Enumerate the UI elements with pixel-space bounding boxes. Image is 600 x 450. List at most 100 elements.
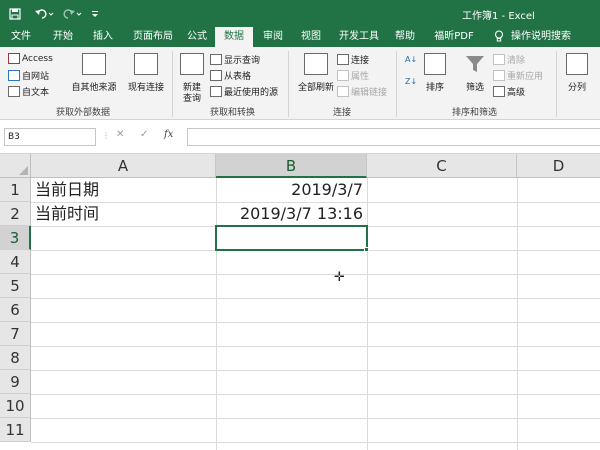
tab-insert[interactable]: 插入 — [86, 27, 120, 47]
redo-icon[interactable] — [62, 6, 84, 21]
gridline — [31, 274, 600, 275]
insert-function-button[interactable]: fx — [164, 129, 173, 140]
select-all-button[interactable] — [0, 154, 31, 178]
refresh-all-icon — [304, 53, 328, 75]
tab-file[interactable]: 文件 — [4, 27, 38, 47]
fill-handle[interactable] — [364, 247, 369, 252]
tab-page-layout[interactable]: 页面布局 — [128, 27, 178, 47]
from-table-button[interactable]: 从表格 — [210, 69, 251, 82]
active-cell-b3[interactable] — [215, 225, 368, 251]
properties-icon — [337, 70, 349, 81]
connections-button[interactable]: 连接 — [337, 53, 369, 66]
row-header-9[interactable]: 9 — [0, 370, 31, 394]
edit-links-button[interactable]: 编辑链接 — [337, 85, 387, 98]
cell-b2[interactable]: 2019/3/7 13:16 — [218, 202, 363, 226]
row-header-6[interactable]: 6 — [0, 298, 31, 322]
filter-button[interactable]: 筛选 — [462, 80, 488, 93]
gridline — [31, 322, 600, 323]
from-web-button[interactable]: 自网站 — [8, 69, 49, 82]
edit-links-icon — [337, 86, 349, 97]
tab-home[interactable]: 开始 — [46, 27, 80, 47]
gridline — [31, 346, 600, 347]
access-icon — [8, 53, 20, 64]
group-label-sort-filter: 排序和筛选 — [452, 108, 498, 118]
tab-review[interactable]: 审阅 — [256, 27, 290, 47]
tab-data[interactable]: 数据 — [215, 27, 253, 48]
lightbulb-icon — [490, 27, 508, 47]
sort-descending-icon[interactable]: Z↓ — [405, 77, 417, 86]
tab-formulas[interactable]: 公式 — [180, 27, 214, 47]
new-query-icon — [180, 53, 204, 75]
sort-dialog-icon — [424, 53, 446, 75]
column-header-b[interactable]: B — [216, 154, 367, 178]
cell-b1[interactable]: 2019/3/7 — [218, 178, 363, 202]
gridline — [31, 394, 600, 395]
refresh-all-button[interactable]: 全部刷新 — [294, 80, 338, 93]
advanced-filter-button[interactable]: 高级 — [493, 85, 525, 98]
clear-filter-icon — [493, 54, 505, 65]
group-separator — [556, 51, 557, 117]
ribbon-data: Access 自网站 自文本 自其他来源 现有连接 获取外部数据 新建 查询 显… — [0, 47, 600, 120]
formula-bar-menu-icon[interactable]: ⋮ — [102, 131, 110, 140]
clear-filter-button[interactable]: 清除 — [493, 53, 525, 66]
name-box[interactable]: B3 — [4, 128, 96, 146]
select-all-triangle-icon — [19, 166, 28, 175]
row-header-8[interactable]: 8 — [0, 346, 31, 370]
row-header-2[interactable]: 2 — [0, 202, 31, 226]
tab-foxit-pdf[interactable]: 福昕PDF — [428, 27, 480, 47]
tell-me-search[interactable]: 操作说明搜索 — [508, 27, 574, 47]
gridline — [517, 178, 518, 450]
window-title: 工作簿1 - Excel — [462, 11, 535, 22]
worksheet-grid: A B C D 1 2 3 4 5 6 7 8 9 10 11 当前日期 201… — [0, 154, 600, 450]
row-header-5[interactable]: 5 — [0, 274, 31, 298]
row-header-10[interactable]: 10 — [0, 394, 31, 418]
from-text-button[interactable]: 自文本 — [8, 85, 49, 98]
properties-button[interactable]: 属性 — [337, 69, 369, 82]
group-separator — [396, 51, 397, 117]
column-header-a[interactable]: A — [31, 154, 216, 178]
customize-quick-access-icon[interactable] — [90, 6, 100, 21]
gridline — [31, 418, 600, 419]
advanced-filter-icon — [493, 86, 505, 97]
gridline — [31, 442, 600, 443]
table-icon — [210, 70, 222, 81]
group-label-connections: 连接 — [333, 108, 352, 118]
show-queries-icon — [210, 54, 222, 65]
reapply-button[interactable]: 重新应用 — [493, 69, 543, 82]
cell-a2[interactable]: 当前时间 — [35, 202, 213, 226]
confirm-entry-button[interactable]: ✓ — [140, 129, 148, 140]
row-header-4[interactable]: 4 — [0, 250, 31, 274]
row-header-11[interactable]: 11 — [0, 418, 31, 442]
sort-ascending-icon[interactable]: A↓ — [405, 55, 417, 64]
row-header-7[interactable]: 7 — [0, 322, 31, 346]
column-header-c[interactable]: C — [367, 154, 517, 178]
web-icon — [8, 70, 20, 81]
tab-view[interactable]: 视图 — [294, 27, 328, 47]
cancel-entry-button[interactable]: ✕ — [116, 129, 124, 140]
undo-icon[interactable] — [34, 6, 56, 21]
title-bar: 工作簿1 - Excel — [0, 0, 600, 27]
text-to-columns-button[interactable]: 分列 — [562, 80, 592, 93]
tab-developer[interactable]: 开发工具 — [334, 27, 384, 47]
text-to-columns-icon — [566, 53, 588, 75]
cell-select-cursor-icon: ✛ — [334, 270, 345, 285]
gridline — [367, 178, 368, 450]
access-button[interactable]: Access — [8, 53, 53, 64]
formula-input[interactable] — [187, 128, 600, 146]
column-header-d[interactable]: D — [517, 154, 600, 178]
existing-connections-icon — [134, 53, 158, 75]
sort-button[interactable]: 排序 — [422, 80, 448, 93]
cell-a1[interactable]: 当前日期 — [35, 178, 213, 202]
save-icon[interactable] — [8, 6, 22, 21]
show-queries-button[interactable]: 显示查询 — [210, 53, 260, 66]
row-header-3[interactable]: 3 — [0, 226, 31, 250]
from-other-sources-button[interactable]: 自其他来源 — [70, 80, 118, 93]
tab-help[interactable]: 帮助 — [388, 27, 422, 47]
filter-icon — [464, 53, 486, 75]
connections-icon — [337, 54, 349, 65]
row-header-1[interactable]: 1 — [0, 178, 31, 202]
recent-sources-button[interactable]: 最近使用的源 — [210, 85, 278, 98]
group-label-get-transform: 获取和转换 — [210, 108, 256, 118]
existing-connections-button[interactable]: 现有连接 — [122, 80, 170, 93]
new-query-button-line2[interactable]: 查询 — [176, 91, 208, 104]
